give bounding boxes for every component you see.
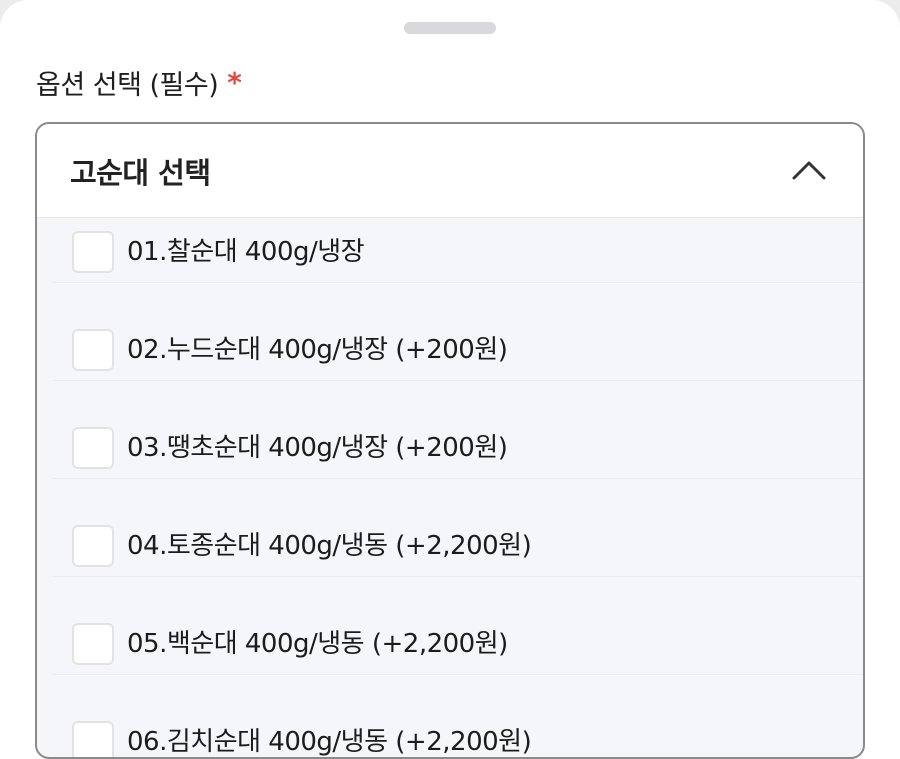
option-item[interactable]: 02.누드순대 400g/냉장 (+200원) [37, 282, 863, 380]
option-select: 고순대 선택 01.찰순대 400g/냉장 02.누드순대 400g/냉장 (+… [35, 122, 865, 759]
option-checkbox[interactable] [72, 623, 114, 665]
option-label: 05.백순대 400g/냉동 (+2,200원) [127, 629, 508, 659]
option-item[interactable]: 03.땡초순대 400g/냉장 (+200원) [37, 380, 863, 478]
required-mark: * [227, 65, 242, 99]
option-label: 02.누드순대 400g/냉장 (+200원) [127, 335, 508, 365]
option-checkbox[interactable] [72, 721, 114, 757]
option-checkbox[interactable] [72, 525, 114, 567]
option-checkbox[interactable] [72, 231, 114, 273]
option-label: 04.토종순대 400g/냉동 (+2,200원) [127, 531, 532, 561]
bottom-sheet: 옵션 선택 (필수) * 고순대 선택 01.찰순대 400g/냉장 02.누드… [0, 0, 900, 759]
option-section-label: 옵션 선택 (필수) * [36, 62, 242, 102]
option-label: 06.김치순대 400g/냉동 (+2,200원) [127, 727, 532, 757]
option-item[interactable]: 06.김치순대 400g/냉동 (+2,200원) [37, 674, 863, 757]
option-item[interactable]: 01.찰순대 400g/냉장 [37, 184, 863, 282]
option-list: 01.찰순대 400g/냉장 02.누드순대 400g/냉장 (+200원) 0… [37, 218, 863, 757]
chevron-up-icon[interactable] [789, 154, 829, 186]
option-checkbox[interactable] [72, 427, 114, 469]
option-label: 01.찰순대 400g/냉장 [127, 237, 365, 267]
drag-handle[interactable] [404, 22, 496, 34]
option-checkbox[interactable] [72, 329, 114, 371]
option-item[interactable]: 04.토종순대 400g/냉동 (+2,200원) [37, 478, 863, 576]
option-label: 03.땡초순대 400g/냉장 (+200원) [127, 433, 508, 463]
option-section-title: 옵션 선택 (필수) [36, 69, 219, 101]
option-item[interactable]: 05.백순대 400g/냉동 (+2,200원) [37, 576, 863, 674]
